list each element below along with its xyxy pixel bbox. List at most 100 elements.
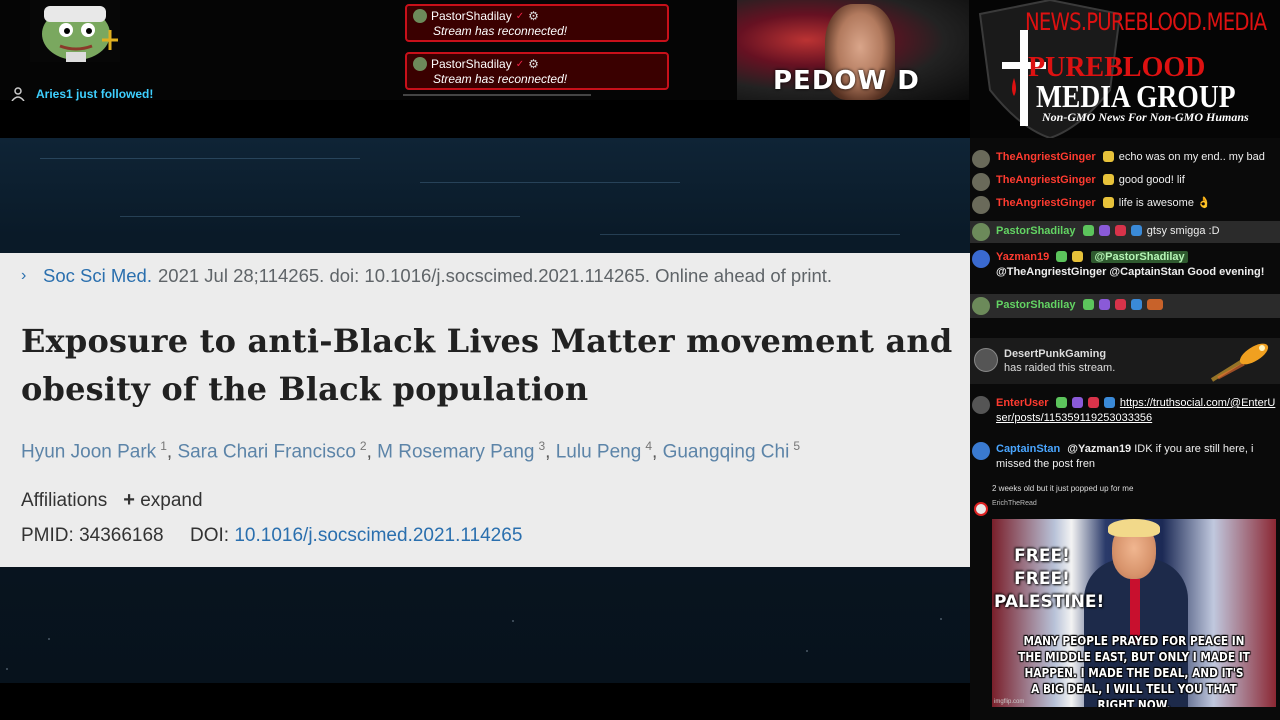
reconnect-alert: PastorShadilay ✓ ⚙ Stream has reconnecte…	[405, 52, 669, 90]
badge-icon	[1098, 299, 1110, 310]
chat-username[interactable]: Yazman19	[996, 251, 1049, 263]
author-link[interactable]: Lulu Peng	[556, 441, 642, 462]
alert-message: Stream has reconnected!	[433, 72, 568, 86]
meme-left-line: FREE!	[1014, 546, 1070, 566]
badge-icon	[1102, 174, 1114, 185]
meme-bottom-line: MANY PEOPLE PRAYED FOR PEACE IN	[1023, 634, 1245, 648]
author-affiliation-number[interactable]: 2	[360, 439, 367, 453]
author-link[interactable]: M Rosemary Pang	[377, 441, 534, 462]
chat-username[interactable]: PastorShadilay	[996, 225, 1075, 237]
badge-icon	[1102, 151, 1114, 162]
webcam-caption: PEDOW D	[773, 66, 920, 96]
badge-icon	[1071, 397, 1083, 408]
author-link[interactable]: Guangqing Chi	[663, 441, 790, 462]
chat-message: CaptainStan @Yazman19 IDK if you are sti…	[970, 442, 1280, 472]
chat-text: good good! lif	[1118, 174, 1185, 186]
user-avatar	[972, 173, 990, 191]
gear-icon: ⚙	[528, 57, 539, 71]
author-affiliation-number[interactable]: 1	[160, 439, 167, 453]
article-title-line-1: Exposure to anti-Black Lives Matter move…	[21, 322, 953, 360]
pepe-avatar-icon	[30, 0, 120, 62]
chat-username[interactable]: TheAngriestGinger	[996, 151, 1096, 163]
badge-icon	[1072, 251, 1084, 262]
plus-icon: +	[123, 489, 135, 511]
expand-button[interactable]: + expand	[123, 489, 202, 512]
meme-watermark: imgflip.com	[994, 699, 1025, 705]
chat-panel: TheAngriestGinger echo was on my end.. m…	[970, 138, 1280, 720]
citation-line: › Soc Sci Med. 2021 Jul 28;114265. doi: …	[21, 265, 832, 287]
badge-icon	[1082, 299, 1094, 310]
chat-username[interactable]: EnterUser	[996, 397, 1049, 409]
chat-text: life is awesome 👌	[1118, 197, 1211, 209]
chat-mention[interactable]: @Yazman19	[1067, 443, 1131, 455]
divider	[403, 94, 591, 96]
chat-message: EnterUser https://truthsocial.com/@Enter…	[970, 396, 1280, 426]
meme-left-caption: FREE! FREE! PALESTINE!	[994, 545, 1104, 614]
chat-username[interactable]: CaptainStan	[996, 443, 1060, 455]
rocket-icon	[1210, 343, 1269, 382]
author-link[interactable]: Sara Chari Francisco	[177, 441, 355, 462]
chat-username[interactable]: TheAngriestGinger	[996, 197, 1096, 209]
alert-username: PastorShadilay	[431, 57, 512, 71]
meme-image: FREE! FREE! PALESTINE! MANY PEOPLE PRAYE…	[992, 519, 1276, 707]
raid-username[interactable]: DesertPunkGaming	[1004, 348, 1106, 360]
chat-message: Yazman19 @PastorShadilay @TheAngriestGin…	[970, 250, 1280, 280]
affiliations-row: Affiliations + expand	[21, 489, 203, 512]
chat-mention[interactable]: @PastorShadilay	[1091, 251, 1188, 263]
badge-icon	[1055, 397, 1067, 408]
follow-alert: Aries1 just followed!	[10, 86, 153, 102]
user-avatar	[972, 150, 990, 168]
alert-message: Stream has reconnected!	[433, 24, 568, 38]
reconnect-alert: PastorShadilay ✓ ⚙ Stream has reconnecte…	[405, 4, 669, 42]
meme-bottom-line: THE MIDDLE EAST, BUT ONLY I MADE IT	[1018, 650, 1250, 664]
author-separator: ,	[652, 441, 658, 463]
doi-link[interactable]: 10.1016/j.socscimed.2021.114265	[234, 525, 522, 546]
bottom-band	[0, 683, 970, 720]
badge-icon	[1114, 225, 1126, 236]
chevron-right-icon[interactable]: ›	[21, 267, 37, 285]
affiliations-label: Affiliations	[21, 489, 108, 511]
expand-label: expand	[140, 490, 203, 511]
badge-icon	[1130, 225, 1142, 236]
chat-text: gtsy smigga :D	[1146, 225, 1220, 237]
user-avatar	[974, 502, 988, 516]
doi-label: DOI:	[190, 525, 230, 546]
author-separator: ,	[166, 441, 173, 463]
user-avatar	[972, 223, 990, 241]
gear-icon: ⚙	[528, 9, 539, 23]
article-title: Exposure to anti-Black Lives Matter move…	[21, 317, 961, 413]
badge-icon	[1114, 299, 1126, 310]
author-affiliation-number[interactable]: 5	[793, 439, 800, 453]
emote-icon	[1146, 299, 1163, 310]
user-avatar	[972, 297, 990, 315]
chat-username[interactable]: PastorShadilay	[996, 299, 1075, 311]
meme-bottom-caption: MANY PEOPLE PRAYED FOR PEACE IN THE MIDD…	[1013, 633, 1256, 707]
author-affiliation-number[interactable]: 4	[645, 439, 652, 453]
author-link[interactable]: Hyun Joon Park	[21, 441, 156, 462]
journal-link[interactable]: Soc Sci Med.	[43, 265, 152, 287]
badge-icon	[1103, 397, 1115, 408]
user-avatar	[413, 9, 427, 23]
author-separator: ,	[545, 441, 551, 463]
badge-icon	[1082, 225, 1094, 236]
article-title-line-2: obesity of the Black population	[21, 370, 589, 408]
meme-bottom-line: HAPPEN. I MADE THE DEAL, AND IT'S	[1024, 666, 1244, 680]
meme-left-line: PALESTINE!	[994, 592, 1105, 612]
raid-text: has raided this stream.	[1004, 362, 1116, 374]
author-separator: ,	[366, 441, 372, 463]
chat-text: @TheAngriestGinger @CaptainStan Good eve…	[996, 266, 1265, 278]
chat-small-note: 2 weeks old but it just popped up for me	[992, 484, 1134, 493]
chat-message: TheAngriestGinger echo was on my end.. m…	[970, 150, 1280, 168]
chat-small-username[interactable]: ErichTheRead	[992, 500, 1037, 507]
user-avatar	[972, 442, 990, 460]
chat-message-highlighted: PastorShadilay gtsy smigga :D	[970, 221, 1280, 243]
raider-avatar	[974, 348, 998, 372]
user-icon	[11, 87, 25, 101]
user-avatar	[413, 57, 427, 71]
chat-username[interactable]: TheAngriestGinger	[996, 174, 1096, 186]
user-avatar	[972, 196, 990, 214]
chat-message: TheAngriestGinger good good! lif	[970, 173, 1280, 191]
user-avatar	[972, 396, 990, 414]
badge-icon	[1087, 397, 1099, 408]
pmid-value: 34366168	[79, 525, 164, 546]
